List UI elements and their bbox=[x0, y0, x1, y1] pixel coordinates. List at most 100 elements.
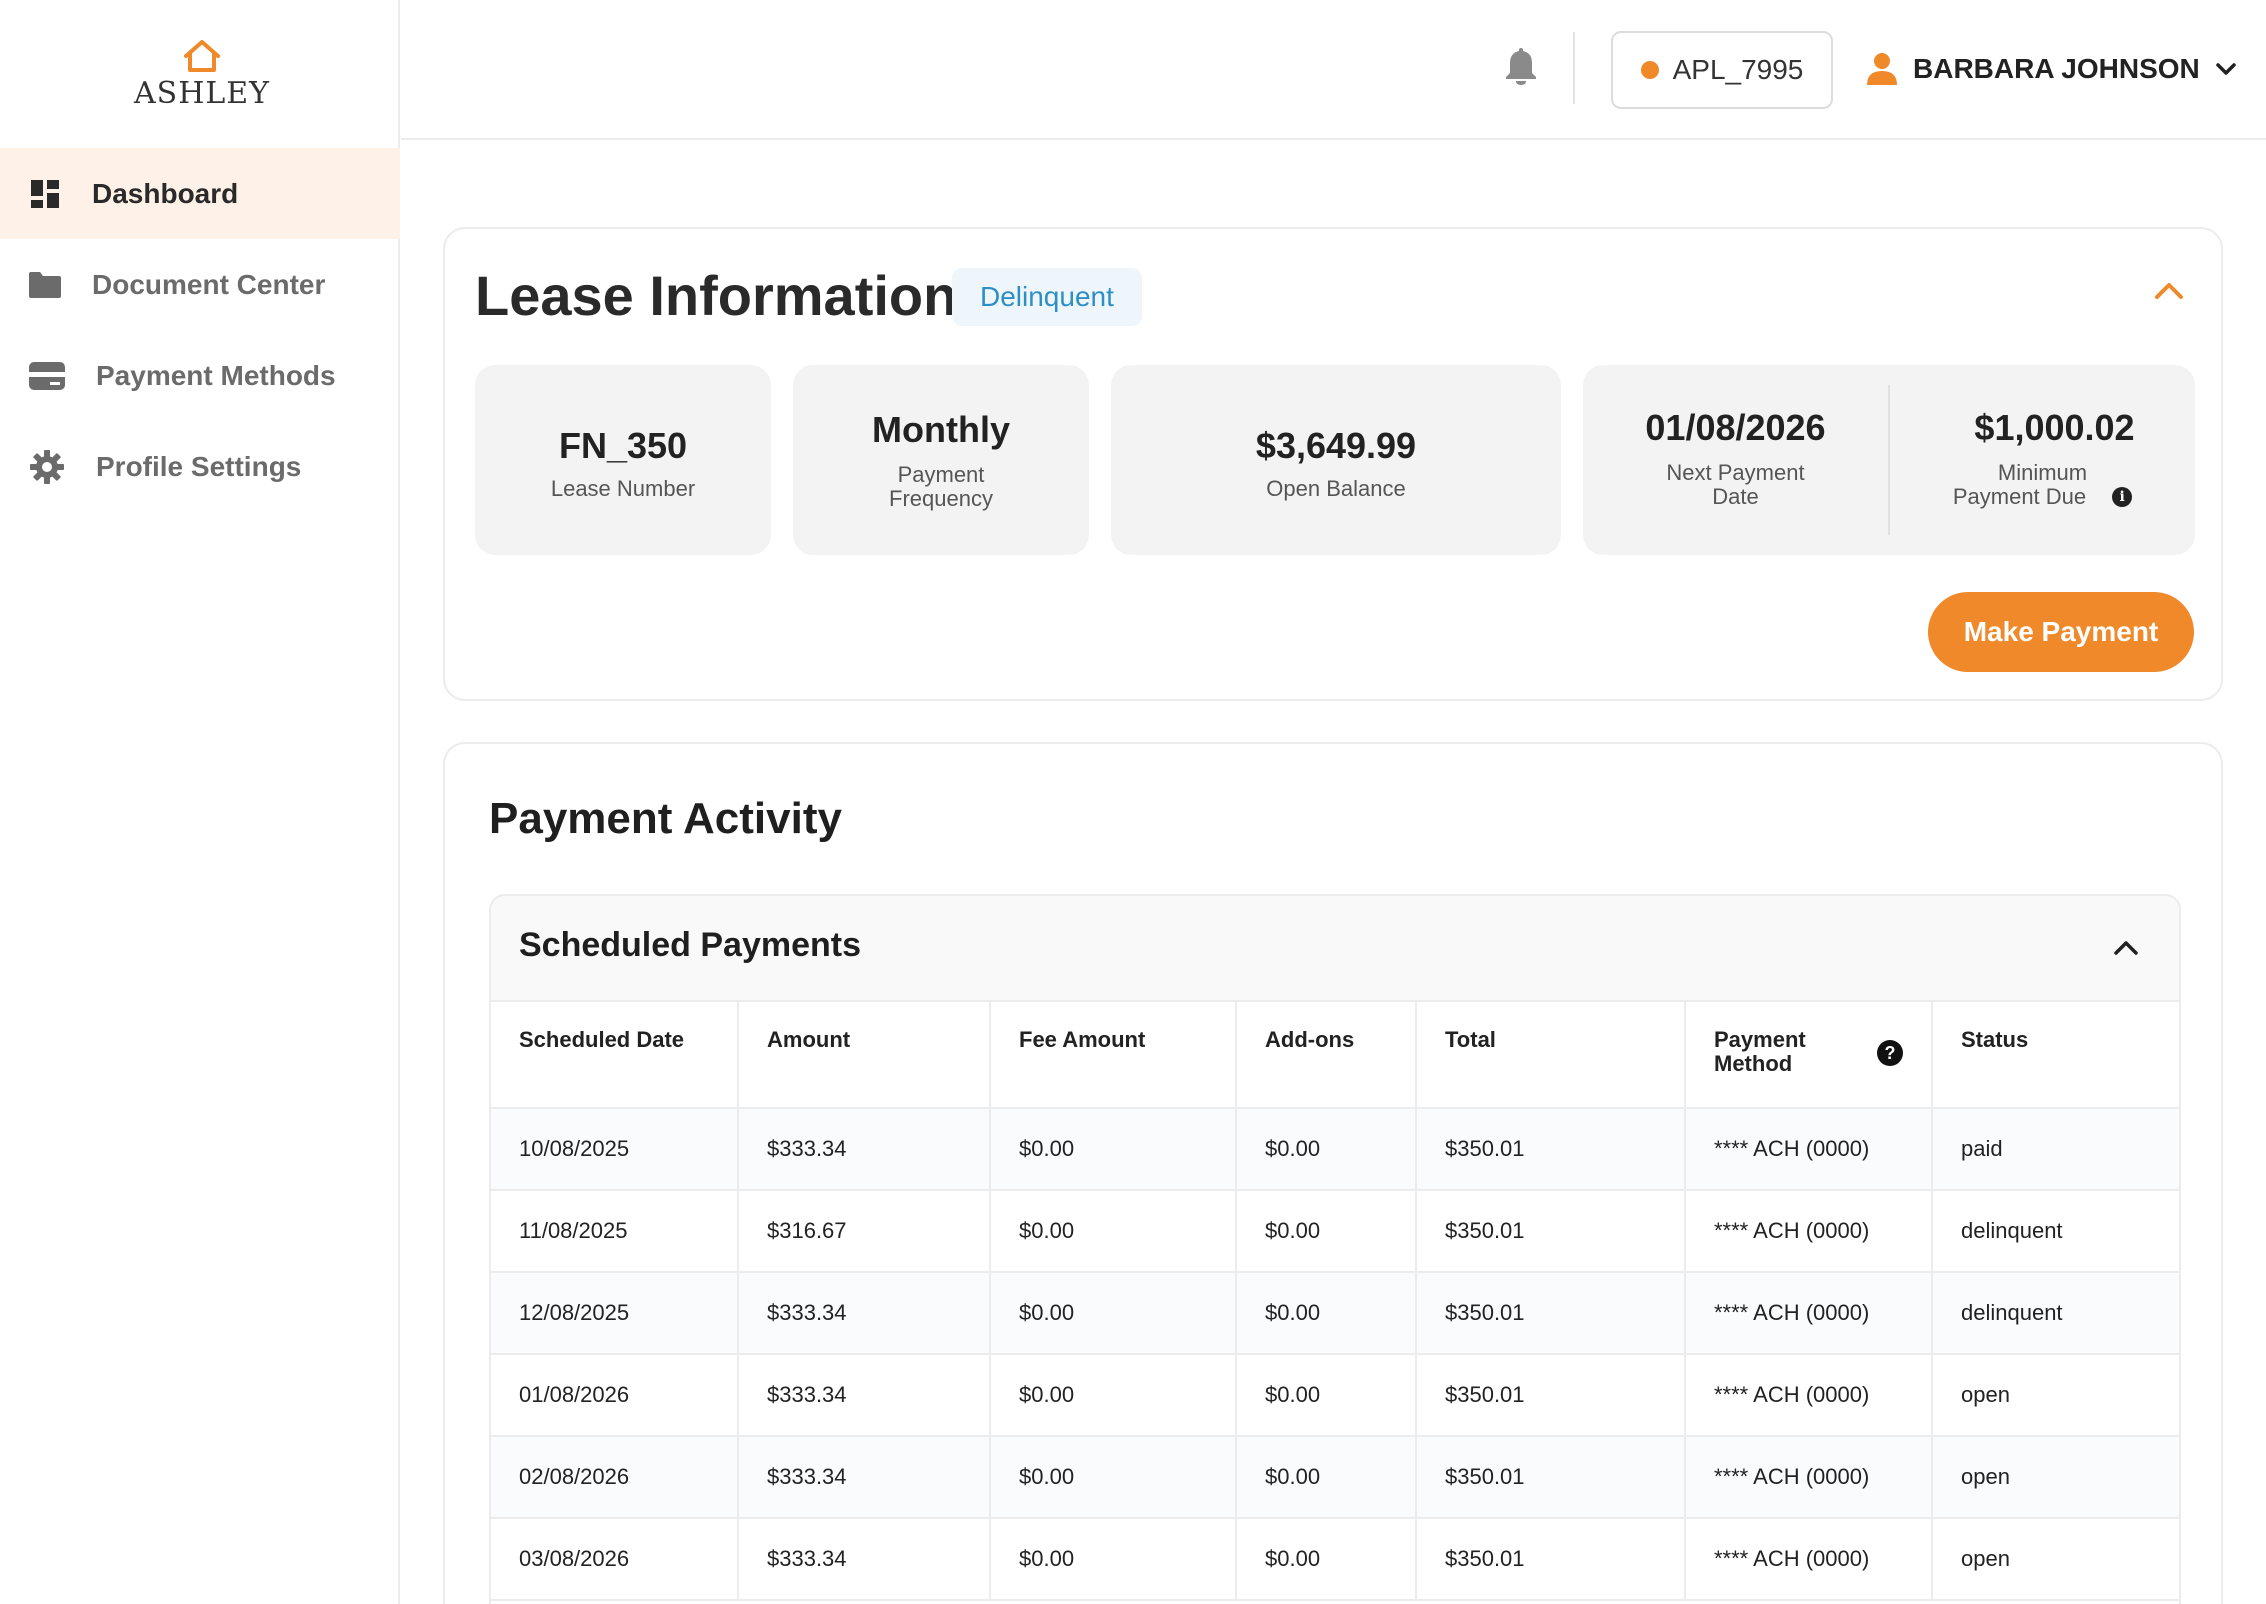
column-header-fee: Fee Amount bbox=[990, 1002, 1237, 1109]
chevron-up-icon[interactable] bbox=[2113, 936, 2139, 958]
addons-cell: $0.00 bbox=[1236, 1518, 1417, 1601]
scheduled-payments-panel: Scheduled Payments Scheduled Date Amount… bbox=[489, 894, 2181, 1604]
column-header-total: Total bbox=[1416, 1002, 1686, 1109]
payment-activity-card: Payment Activity Scheduled Payments Sche… bbox=[443, 742, 2223, 1604]
status-cell: delinquent bbox=[1932, 1272, 2179, 1355]
bell-icon[interactable] bbox=[1503, 46, 1543, 90]
status-cell: delinquent bbox=[1932, 1190, 2179, 1273]
help-icon[interactable]: ? bbox=[1877, 1040, 1903, 1066]
addons-cell: $0.00 bbox=[1236, 1190, 1417, 1273]
minimum-due-label-line2: Payment Due bbox=[1952, 484, 2087, 509]
gear-icon bbox=[28, 449, 66, 484]
fee-cell: $0.00 bbox=[990, 1354, 1237, 1437]
amount-cell: $333.34 bbox=[738, 1436, 991, 1519]
column-header-payment-method: Payment Method ? bbox=[1685, 1002, 1933, 1109]
next-payment-label-line2: Date bbox=[1712, 484, 1759, 509]
lease-number-label: Lease Number bbox=[550, 476, 696, 501]
fee-cell: $0.00 bbox=[990, 1436, 1237, 1519]
amount-cell: $333.34 bbox=[738, 1108, 991, 1191]
payment-method-cell: **** ACH (0000) bbox=[1685, 1190, 1933, 1273]
amount-cell: $333.34 bbox=[738, 1518, 991, 1601]
next-payment-label-line1: Next Payment bbox=[1666, 460, 1805, 485]
payment-method-header-line2: Method bbox=[1714, 1051, 1793, 1076]
scheduled-payments-body: 10/08/2025 $333.34 $0.00 $0.00 $350.01 **** A… bbox=[491, 1108, 2179, 1601]
column-header-addons: Add-ons bbox=[1236, 1002, 1417, 1109]
status-cell: paid bbox=[1932, 1108, 2179, 1191]
table-row: 03/08/2026 $333.34 $0.00 $0.00 $350.01 **** A… bbox=[491, 1518, 2179, 1601]
scheduled-payments-title: Scheduled Payments bbox=[519, 926, 862, 964]
sidebar-item-dashboard[interactable]: Dashboard bbox=[0, 148, 400, 239]
minimum-due-value: $1,000.02 bbox=[1974, 407, 2135, 448]
payment-activity-title: Payment Activity bbox=[489, 794, 842, 843]
payment-method-cell: **** ACH (0000) bbox=[1685, 1272, 1933, 1355]
logo-text: ASHLEY bbox=[133, 76, 270, 111]
amount-cell: $316.67 bbox=[738, 1190, 991, 1273]
open-balance-label: Open Balance bbox=[1266, 476, 1406, 501]
sidebar: ASHLEY Dashboard Document Center Payment… bbox=[0, 0, 400, 1604]
chevron-up-icon[interactable] bbox=[2149, 275, 2189, 305]
lease-title: Lease Information bbox=[475, 264, 958, 327]
user-menu[interactable]: BARBARA JOHNSON bbox=[1865, 44, 2238, 94]
date-cell: 03/08/2026 bbox=[491, 1518, 739, 1601]
column-header-amount: Amount bbox=[738, 1002, 991, 1109]
date-cell: 11/08/2025 bbox=[491, 1190, 739, 1273]
table-header-row: Scheduled Date Amount Fee Amount Add-ons… bbox=[491, 1002, 2179, 1109]
total-cell: $350.01 bbox=[1416, 1518, 1686, 1601]
addons-cell: $0.00 bbox=[1236, 1108, 1417, 1191]
account-status-dot bbox=[1640, 61, 1659, 79]
total-cell: $350.01 bbox=[1416, 1272, 1686, 1355]
addons-cell: $0.00 bbox=[1236, 1272, 1417, 1355]
ashley-logo[interactable]: ASHLEY bbox=[132, 38, 272, 111]
next-payment-value: 01/08/2026 bbox=[1645, 407, 1826, 448]
folder-icon bbox=[28, 268, 62, 302]
fee-cell: $0.00 bbox=[990, 1272, 1237, 1355]
scheduled-payments-header[interactable]: Scheduled Payments bbox=[491, 896, 2179, 1002]
total-cell: $350.01 bbox=[1416, 1436, 1686, 1519]
lease-information-card: Lease Information Delinquent FN_350 Leas… bbox=[443, 227, 2223, 701]
minimum-due-label-line1: Minimum bbox=[1997, 460, 2088, 485]
account-id: APL_7995 bbox=[1672, 54, 1804, 85]
chevron-down-icon bbox=[2216, 63, 2236, 75]
make-payment-button[interactable]: Make Payment bbox=[1928, 592, 2194, 672]
lease-number-tile: FN_350 Lease Number bbox=[475, 365, 771, 555]
sidebar-item-document-center[interactable]: Document Center bbox=[0, 239, 400, 330]
table-row: 02/08/2026 $333.34 $0.00 $0.00 $350.01 **** A… bbox=[491, 1436, 2179, 1519]
top-header: APL_7995 BARBARA JOHNSON bbox=[401, 0, 2266, 140]
sidebar-nav: Dashboard Document Center Payment Method… bbox=[0, 148, 400, 512]
table-row: 10/08/2025 $333.34 $0.00 $0.00 $350.01 **** A… bbox=[491, 1108, 2179, 1191]
account-selector[interactable]: APL_7995 bbox=[1611, 31, 1833, 109]
status-badge: Delinquent bbox=[952, 268, 1142, 326]
open-balance-tile: $3,649.99 Open Balance bbox=[1111, 365, 1561, 555]
date-cell: 10/08/2025 bbox=[491, 1108, 739, 1191]
sidebar-item-profile-settings[interactable]: Profile Settings bbox=[0, 421, 400, 512]
column-header-status: Status bbox=[1932, 1002, 2179, 1109]
status-cell: open bbox=[1932, 1518, 2179, 1601]
payment-due-tile: 01/08/2026 Next Payment Date $1,000.02 M… bbox=[1583, 365, 2195, 555]
house-logo-icon bbox=[184, 40, 220, 72]
table-row: 11/08/2025 $316.67 $0.00 $0.00 $350.01 **** A… bbox=[491, 1190, 2179, 1273]
payment-method-cell: **** ACH (0000) bbox=[1685, 1436, 1933, 1519]
dashboard-icon bbox=[28, 177, 62, 211]
date-cell: 01/08/2026 bbox=[491, 1354, 739, 1437]
date-cell: 12/08/2025 bbox=[491, 1272, 739, 1355]
addons-cell: $0.00 bbox=[1236, 1354, 1417, 1437]
header-divider bbox=[1573, 32, 1575, 104]
total-cell: $350.01 bbox=[1416, 1108, 1686, 1191]
sidebar-item-payment-methods[interactable]: Payment Methods bbox=[0, 330, 400, 421]
payment-method-cell: **** ACH (0000) bbox=[1685, 1108, 1933, 1191]
status-cell: open bbox=[1932, 1354, 2179, 1437]
amount-cell: $333.34 bbox=[738, 1272, 991, 1355]
amount-cell: $333.34 bbox=[738, 1354, 991, 1437]
sidebar-item-label: Document Center bbox=[92, 268, 326, 300]
fee-cell: $0.00 bbox=[990, 1190, 1237, 1273]
minimum-due-section: $1,000.02 Minimum Payment Due i bbox=[1890, 365, 2195, 555]
open-balance-value: $3,649.99 bbox=[1255, 425, 1417, 466]
user-name: BARBARA JOHNSON bbox=[1913, 53, 2200, 84]
payment-frequency-tile: Monthly Payment Frequency bbox=[793, 365, 1089, 555]
fee-cell: $0.00 bbox=[990, 1108, 1237, 1191]
payment-frequency-value: Monthly bbox=[872, 409, 1010, 450]
sidebar-item-label: Payment Methods bbox=[96, 359, 336, 391]
next-payment-section: 01/08/2026 Next Payment Date bbox=[1583, 365, 1888, 555]
sidebar-item-label: Dashboard bbox=[92, 177, 239, 209]
info-icon[interactable]: i bbox=[2112, 487, 2133, 507]
